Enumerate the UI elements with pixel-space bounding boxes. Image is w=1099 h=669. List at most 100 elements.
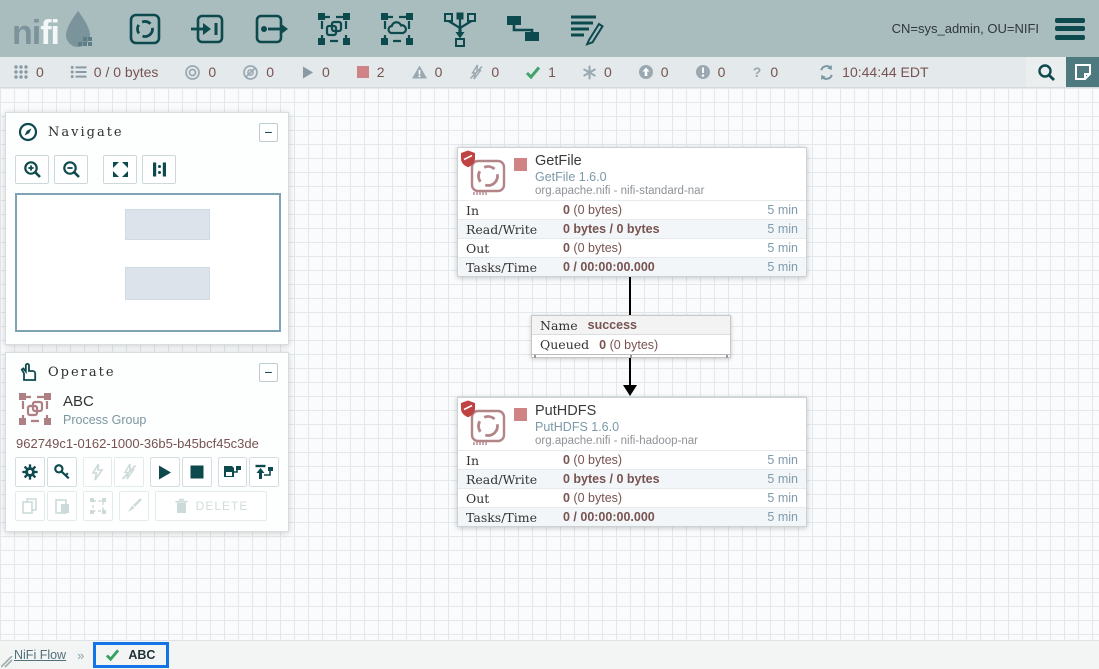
not-transmitting-icon [242,64,259,81]
stat-value: 0 bytes / 0 bytes [563,472,660,486]
transmitting-count: 0 [208,64,216,80]
status-active-threads: 0 [13,64,44,80]
stat-label: In [466,453,563,468]
paste-button[interactable] [47,491,77,521]
stat-row-readwrite: Read/Write 0 bytes / 0 bytes 5 min [458,469,806,488]
global-menu-icon[interactable] [1055,18,1085,40]
operate-selection-text: ABC Process Group [63,391,146,427]
operate-selection: ABC Process Group [6,389,288,427]
warning-icon [411,64,428,80]
process-group-icon[interactable] [316,11,352,47]
stale-icon [638,64,654,80]
processor-puthdfs-header: PutHDFS PutHDFS 1.6.0 org.apache.nifi - … [458,398,806,450]
connection-name-label: Name [540,318,578,333]
flow-canvas[interactable]: Name success Queued 0 (0 bytes) [0,88,1099,640]
status-not-transmitting: 0 [242,64,274,81]
breadcrumb-current[interactable]: ABC [128,648,155,662]
stat-label: In [466,203,563,218]
copy-button[interactable] [15,491,45,521]
connection-queued-label: Queued [540,337,589,352]
header-right: CN=sys_admin, OU=NIFI [892,18,1085,40]
zoom-in-icon [23,160,42,179]
stat-label: Read/Write [466,222,563,237]
stat-row-out: Out 0 (0 bytes) 5 min [458,488,806,507]
navigate-minimize-button[interactable]: − [259,123,278,142]
processor-puthdfs[interactable]: PutHDFS PutHDFS 1.6.0 org.apache.nifi - … [457,397,807,527]
stale-count: 0 [661,64,669,80]
disable-button[interactable] [114,457,144,487]
start-button[interactable] [150,457,180,487]
stat-value: 0 (0 bytes) [563,203,622,217]
connection-name-value: success [588,318,637,332]
connection-arrowhead-icon [623,385,637,396]
label-icon[interactable] [568,11,604,47]
change-color-button[interactable] [119,491,149,521]
configuration-button[interactable] [15,457,45,487]
stat-label: Read/Write [466,472,563,487]
delete-button-label: DELETE [196,499,249,513]
output-port-icon[interactable] [253,11,289,47]
processor-type: PutHDFS 1.6.0 [535,420,698,434]
stat-row-tasks: Tasks/Time 0 / 00:00:00.000 5 min [458,507,806,526]
stat-window: 5 min [767,203,798,217]
processor-icon[interactable] [127,11,163,47]
delete-button[interactable]: DELETE [155,491,267,521]
breadcrumb-root-link[interactable]: NiFi Flow [14,648,66,662]
running-count: 0 [322,64,330,80]
remote-process-group-icon[interactable] [379,11,415,47]
copy-icon [21,497,39,515]
birdseye-minimap[interactable] [15,193,281,332]
connection-queued-value: 0 (0 bytes) [599,338,658,352]
navigate-toolbar [6,149,288,184]
status-locally-modified: 0 [582,64,612,80]
access-policies-button[interactable] [47,457,77,487]
operate-minimize-button[interactable]: − [259,363,278,382]
input-port-icon[interactable] [190,11,226,47]
queued-flowfiles-icon [70,64,87,80]
enable-button[interactable] [83,457,113,487]
zoom-out-button[interactable] [54,155,88,184]
group-button[interactable] [83,491,113,521]
play-icon [156,464,173,481]
minimap-component [125,209,210,240]
status-bar-right [1026,57,1099,87]
gear-icon [21,463,39,481]
trash-icon [174,498,189,514]
refresh-icon[interactable] [818,64,835,81]
stat-row-out: Out 0 (0 bytes) 5 min [458,238,806,257]
processor-puthdfs-titles: PutHDFS PutHDFS 1.6.0 org.apache.nifi - … [535,403,698,447]
lightning-slash-icon [120,463,138,481]
stat-window: 5 min [767,510,798,524]
refresh-group[interactable]: 10:44:44 EDT [818,64,928,81]
processor-getfile[interactable]: GetFile GetFile 1.6.0 org.apache.nifi - … [457,147,807,277]
run-status-stopped-icon [514,158,527,171]
zoom-actual-size-button[interactable] [142,155,176,184]
status-stale: 0 [638,64,669,80]
stat-value: 0 / 00:00:00.000 [563,510,655,524]
stat-value: 0 (0 bytes) [563,241,622,255]
stat-row-in: In 0 (0 bytes) 5 min [458,450,806,469]
search-button[interactable] [1026,57,1066,87]
canvas-settings-button[interactable] [1066,57,1099,87]
stat-window: 5 min [767,472,798,486]
lightning-icon [89,463,105,481]
template-save-icon [222,463,242,481]
operate-buttons: DELETE [6,457,288,521]
create-template-button[interactable] [218,457,248,487]
connection-label[interactable]: Name success Queued 0 (0 bytes) [531,315,731,358]
status-up-to-date: 1 [525,64,556,80]
warning-count: 0 [435,64,443,80]
component-toolbar [127,11,604,47]
zoom-fit-icon [111,160,130,179]
run-status-stopped-icon [514,408,527,421]
processor-getfile-header: GetFile GetFile 1.6.0 org.apache.nifi - … [458,148,806,200]
zoom-in-button[interactable] [15,155,49,184]
template-icon[interactable] [505,11,541,47]
stop-button[interactable] [182,457,212,487]
resize-grip-icon[interactable] [1,656,13,668]
processor-getfile-titles: GetFile GetFile 1.6.0 org.apache.nifi - … [535,153,704,197]
funnel-icon[interactable] [442,11,478,47]
operate-panel-title: Operate [48,365,116,380]
upload-template-button[interactable] [249,457,279,487]
zoom-fit-button[interactable] [103,155,137,184]
